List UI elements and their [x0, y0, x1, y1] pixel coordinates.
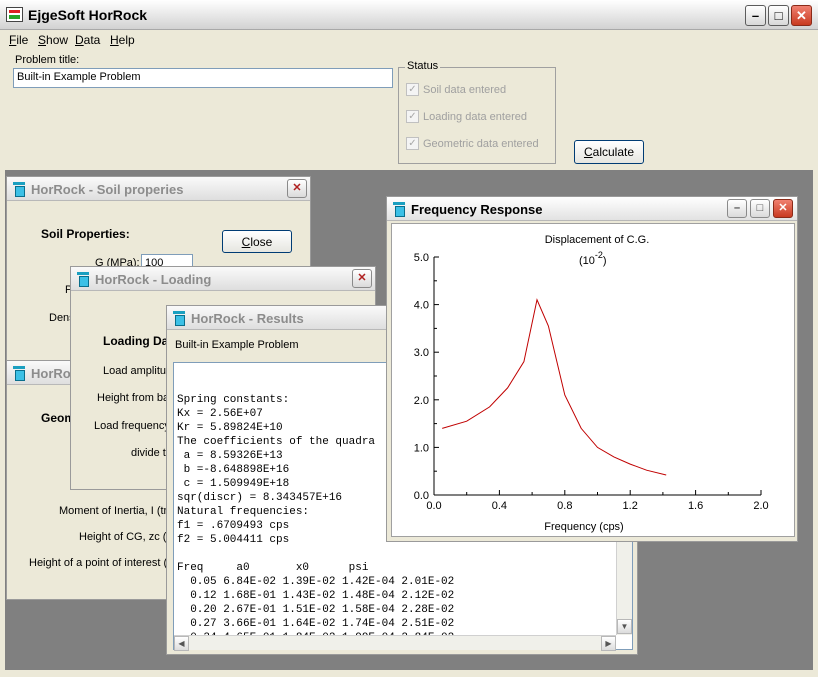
minimize-icon: – — [733, 202, 741, 214]
soil-data-checkbox[interactable]: ✓ Soil data entered — [406, 83, 506, 96]
y-tick-label: 1.0 — [414, 442, 429, 454]
y-tick-label: 0.0 — [414, 490, 429, 502]
divide-label: divide t — [131, 447, 166, 459]
check-icon: ✓ — [406, 83, 419, 96]
app-title: EjgeSoft HorRock — [28, 7, 148, 23]
frequency-window-title: Frequency Response — [411, 202, 543, 217]
displacement-series-line — [442, 298, 667, 476]
height-from-base-label: Height from ba — [97, 392, 170, 404]
close-icon: ✕ — [292, 182, 302, 194]
maximize-button[interactable]: □ — [768, 5, 789, 26]
load-amplitude-label: Load amplitu — [103, 365, 166, 377]
loading-data-checkbox[interactable]: ✓ Loading data entered — [406, 110, 527, 123]
check-icon: ✓ — [406, 110, 419, 123]
frequency-window-title-bar[interactable]: Frequency Response – □ ✕ — [387, 197, 797, 221]
menu-show[interactable]: Show — [38, 33, 68, 47]
loading-window-title: HorRock - Loading — [95, 272, 212, 287]
y-tick-label: 2.0 — [414, 395, 429, 407]
x-tick-label: 0.4 — [492, 500, 507, 512]
frequency-close-button[interactable]: ✕ — [773, 199, 793, 218]
results-window-title: HorRock - Results — [191, 311, 304, 326]
main-title-bar[interactable]: EjgeSoft HorRock – □ ✕ — [0, 0, 818, 30]
close-icon: ✕ — [796, 8, 807, 23]
geometric-data-checkbox[interactable]: ✓ Geometric data entered — [406, 137, 539, 150]
window-icon — [12, 366, 26, 381]
x-tick-label: 0.8 — [557, 500, 572, 512]
loading-window-title-bar[interactable]: HorRock - Loading ✕ — [71, 267, 375, 291]
soil-close-button[interactable]: Close — [222, 230, 292, 253]
soil-heading: Soil Properties: — [41, 227, 130, 241]
scroll-right-icon[interactable]: ▶ — [601, 636, 616, 651]
frequency-minimize-button[interactable]: – — [727, 199, 747, 218]
maximize-icon: □ — [756, 202, 764, 214]
soil-window-title-bar[interactable]: HorRock - Soil properies ✕ — [7, 177, 310, 201]
x-tick-label: 1.6 — [688, 500, 703, 512]
loading-window-close-button[interactable]: ✕ — [352, 269, 372, 288]
window-icon — [172, 311, 186, 326]
window-icon — [76, 272, 90, 287]
close-icon: ✕ — [357, 272, 367, 284]
calculate-button[interactable]: Calculate — [574, 140, 644, 164]
height-point-label: Height of a point of interest (m — [29, 557, 177, 569]
height-cg-label: Height of CG, zc (m — [79, 531, 176, 543]
results-line: 0.05 6.84E-02 1.39E-02 1.42E-04 2.01E-02 — [177, 576, 455, 588]
loading-heading: Loading Da — [103, 334, 169, 348]
scroll-left-icon[interactable]: ◀ — [174, 636, 189, 651]
close-icon: ✕ — [778, 202, 788, 214]
moment-inertia-label: Moment of Inertia, I (tm — [59, 505, 173, 517]
results-problem-title: Built-in Example Problem — [175, 339, 299, 351]
chart-subtitle: (10-2) — [579, 250, 607, 267]
status-legend: Status — [405, 60, 441, 72]
menu-data[interactable]: Data — [75, 33, 100, 47]
x-tick-label: 2.0 — [753, 500, 768, 512]
scroll-down-icon[interactable]: ▼ — [617, 619, 632, 634]
window-icon — [392, 202, 406, 217]
results-line: 0.27 3.66E-01 1.64E-02 1.74E-04 2.51E-02 — [177, 618, 455, 630]
frequency-response-chart: Displacement of C.G. (10-2) Frequency (c… — [414, 234, 769, 533]
window-icon — [12, 182, 26, 197]
results-line: 0.12 1.68E-01 1.43E-02 1.48E-04 2.12E-02 — [177, 590, 455, 602]
y-tick-label: 5.0 — [414, 252, 429, 264]
frequency-response-window: Frequency Response – □ ✕ Displacement of… — [386, 196, 798, 542]
y-tick-label: 3.0 — [414, 347, 429, 359]
chart-area: Displacement of C.G. (10-2) Frequency (c… — [391, 223, 795, 537]
x-axis-label: Frequency (cps) — [544, 521, 623, 533]
load-frequency-label: Load frequency — [94, 420, 170, 432]
results-line: 0.20 2.67E-01 1.51E-02 1.58E-04 2.28E-02 — [177, 604, 455, 616]
geometry-window-title: HorRo — [31, 366, 71, 381]
menu-help[interactable]: Help — [110, 33, 135, 47]
x-tick-label: 1.2 — [623, 500, 638, 512]
results-horizontal-scrollbar[interactable]: ◀ ▶ — [174, 635, 616, 651]
problem-title-input[interactable]: Built-in Example Problem — [13, 68, 393, 88]
soil-window-title: HorRock - Soil properies — [31, 182, 184, 197]
close-button[interactable]: ✕ — [791, 5, 812, 26]
results-line: Freq a0 x0 psi — [177, 562, 369, 574]
minimize-icon: – — [751, 8, 760, 23]
frequency-maximize-button[interactable]: □ — [750, 199, 770, 218]
soil-window-close-button[interactable]: ✕ — [287, 179, 307, 198]
problem-title-label: Problem title: — [15, 54, 80, 66]
maximize-icon: □ — [774, 8, 783, 23]
minimize-button[interactable]: – — [745, 5, 766, 26]
results-line — [177, 547, 629, 561]
chart-title: Displacement of C.G. — [545, 234, 650, 246]
app-icon — [6, 7, 23, 22]
y-tick-label: 4.0 — [414, 300, 429, 312]
check-icon: ✓ — [406, 137, 419, 150]
menu-file[interactable]: File — [9, 33, 28, 47]
menu-bar: File Show Data Help — [0, 30, 818, 50]
